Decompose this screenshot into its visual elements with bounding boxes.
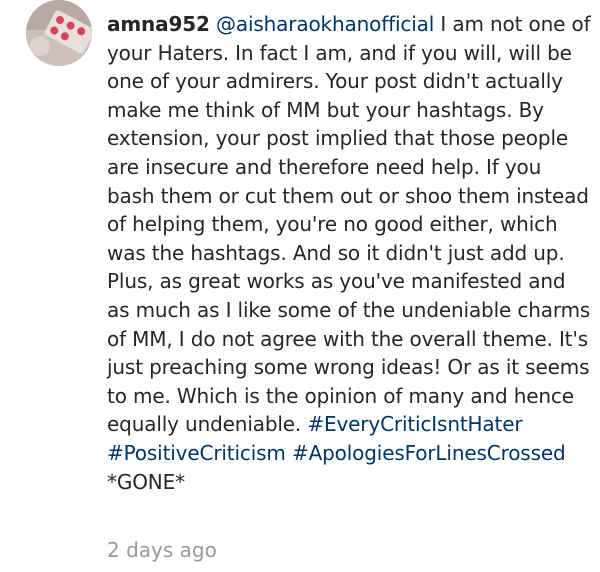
comment: amna952 @aisharaokhanofficial I am not o… (0, 0, 600, 572)
mention-link[interactable]: @aisharaokhanofficial (216, 12, 434, 36)
comment-suffix: *GONE* (107, 469, 185, 494)
hashtag-link[interactable]: #PositiveCriticism (107, 441, 286, 465)
comment-text: I am not one of your Haters. In fact I a… (107, 12, 591, 437)
comment-timestamp: 2 days ago (107, 538, 217, 562)
comment-body: amna952 @aisharaokhanofficial I am not o… (107, 10, 593, 496)
avatar[interactable] (26, 0, 92, 66)
comment-username[interactable]: amna952 (107, 12, 210, 36)
hashtag-link[interactable]: #ApologiesForLinesCrossed (292, 441, 566, 465)
hashtag-link[interactable]: #EveryCriticIsntHater (307, 412, 522, 436)
avatar-image (26, 0, 92, 66)
